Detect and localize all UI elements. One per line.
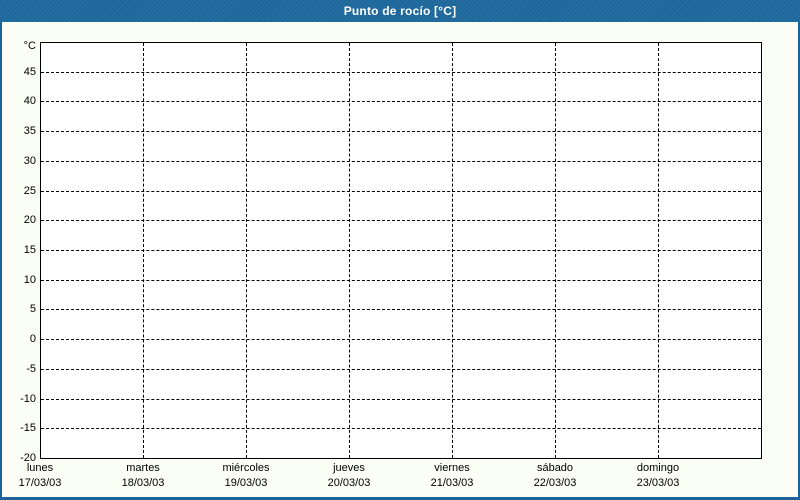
y-tick-label: -20: [20, 452, 36, 464]
y-tick-label: 30: [23, 154, 36, 167]
y-tick-label: 20: [23, 214, 36, 227]
horizontal-gridline: [41, 309, 761, 311]
horizontal-gridline: [41, 101, 761, 103]
x-tick-label: miércoles 19/03/03: [195, 461, 297, 491]
x-tick-day: sábado: [536, 462, 574, 474]
horizontal-gridline: [41, 339, 761, 341]
x-tick-date: 18/03/03: [121, 477, 165, 489]
x-tick-day: jueves: [333, 462, 365, 474]
panel-title: Punto de rocío [°C]: [343, 4, 457, 18]
x-tick-label: martes 18/03/03: [92, 461, 194, 491]
x-tick-day: viernes: [434, 462, 470, 474]
x-tick-day: domingo: [636, 462, 680, 474]
y-tick-label: -5: [26, 362, 36, 375]
x-tick-label: domingo 23/03/03: [607, 461, 709, 491]
x-tick-day: miércoles: [222, 462, 270, 474]
panel-titlebar: Punto de rocío [°C]: [0, 0, 800, 22]
y-tick-label: 45: [23, 65, 36, 78]
x-tick-label: viernes 21/03/03: [401, 461, 503, 491]
x-tick-label: jueves 20/03/03: [298, 461, 400, 491]
horizontal-gridline: [41, 428, 761, 430]
x-tick-day: martes: [126, 462, 160, 474]
y-tick-label: 15: [23, 244, 36, 256]
horizontal-gridline: [41, 71, 761, 73]
horizontal-gridline: [41, 368, 761, 370]
x-tick-day: lunes: [26, 462, 54, 474]
y-tick-label: -10: [20, 392, 36, 405]
x-tick-date: 21/03/03: [430, 477, 474, 489]
x-tick-label: sábado 22/03/03: [504, 461, 606, 491]
horizontal-gridline: [41, 131, 761, 133]
x-tick-date: 19/03/03: [224, 477, 268, 489]
x-tick-date: 22/03/03: [533, 477, 577, 489]
horizontal-gridline: [41, 160, 761, 162]
horizontal-gridline: [41, 398, 761, 400]
x-tick-date: 17/03/03: [18, 477, 62, 489]
y-tick-label: 0: [29, 333, 36, 346]
x-tick-date: 20/03/03: [327, 477, 371, 489]
horizontal-gridline: [41, 190, 761, 192]
y-tick-label: 5: [29, 303, 36, 316]
x-tick-date: 23/03/03: [636, 477, 680, 489]
x-tick-label: lunes 17/03/03: [0, 461, 91, 491]
y-tick-label: 40: [23, 95, 36, 108]
y-tick-label: 25: [23, 184, 36, 197]
panel-border-left: [0, 22, 2, 500]
plot-area: [40, 42, 762, 459]
horizontal-gridline: [41, 220, 761, 222]
horizontal-gridline: [41, 250, 761, 251]
y-tick-label: 35: [23, 125, 36, 138]
y-axis-unit-label: °C: [23, 40, 36, 52]
y-tick-label: 10: [23, 273, 36, 286]
horizontal-gridline: [41, 279, 761, 281]
dewpoint-chart-panel: Punto de rocío [°C] °C 45 40 35 30 25 20 15 10 5…: [0, 0, 800, 500]
y-tick-label: -15: [20, 422, 36, 435]
